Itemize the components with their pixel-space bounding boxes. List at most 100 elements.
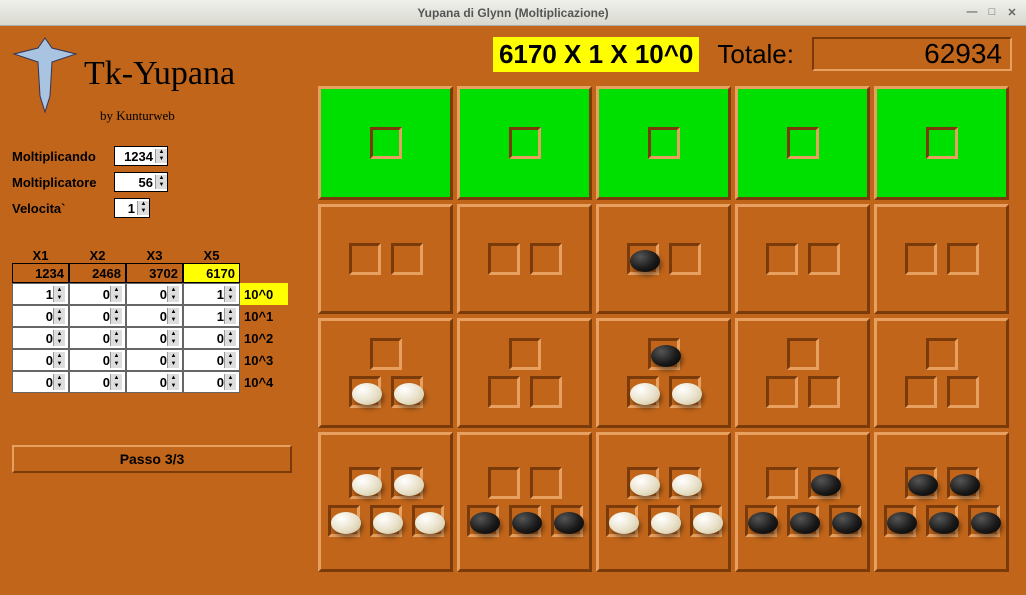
matrix-spin-input[interactable] [127, 375, 167, 390]
close-button[interactable]: ✕ [1004, 4, 1020, 20]
matrix-spin-cell[interactable]: ▲▼ [183, 349, 240, 371]
matrix-spin-cell[interactable]: ▲▼ [69, 327, 126, 349]
yupana-hole[interactable] [648, 127, 680, 159]
yupana-hole[interactable] [787, 338, 819, 370]
yupana-hole[interactable] [370, 338, 402, 370]
matrix-spin-cell[interactable]: ▲▼ [12, 283, 69, 305]
yupana-hole[interactable] [509, 127, 541, 159]
down-arrow-icon[interactable]: ▼ [167, 382, 179, 390]
yupana-hole[interactable] [467, 505, 499, 537]
yupana-hole[interactable] [947, 376, 979, 408]
yupana-hole[interactable] [905, 243, 937, 275]
yupana-hole[interactable] [766, 467, 798, 499]
matrix-spin-cell[interactable]: ▲▼ [183, 327, 240, 349]
down-arrow-icon[interactable]: ▼ [155, 182, 167, 189]
matrix-spin-input[interactable] [70, 309, 110, 324]
up-arrow-icon[interactable]: ▲ [155, 149, 167, 156]
yupana-hole[interactable] [829, 505, 861, 537]
up-arrow-icon[interactable]: ▲ [167, 352, 179, 360]
yupana-hole[interactable] [926, 505, 958, 537]
yupana-hole[interactable] [787, 505, 819, 537]
up-arrow-icon[interactable]: ▲ [53, 374, 65, 382]
down-arrow-icon[interactable]: ▼ [53, 294, 65, 302]
matrix-spin-cell[interactable]: ▲▼ [12, 349, 69, 371]
up-arrow-icon[interactable]: ▲ [224, 352, 236, 360]
yupana-hole[interactable] [412, 505, 444, 537]
yupana-hole[interactable] [349, 467, 381, 499]
up-arrow-icon[interactable]: ▲ [53, 330, 65, 338]
yupana-hole[interactable] [606, 505, 638, 537]
yupana-hole[interactable] [530, 243, 562, 275]
matrix-spin-input[interactable] [13, 331, 53, 346]
up-arrow-icon[interactable]: ▲ [53, 286, 65, 294]
yupana-hole[interactable] [349, 243, 381, 275]
yupana-hole[interactable] [905, 467, 937, 499]
yupana-hole[interactable] [391, 376, 423, 408]
up-arrow-icon[interactable]: ▲ [155, 175, 167, 182]
matrix-spin-cell[interactable]: ▲▼ [12, 305, 69, 327]
yupana-hole[interactable] [370, 127, 402, 159]
yupana-hole[interactable] [808, 376, 840, 408]
up-arrow-icon[interactable]: ▲ [167, 286, 179, 294]
matrix-spin-input[interactable] [70, 353, 110, 368]
down-arrow-icon[interactable]: ▼ [167, 294, 179, 302]
yupana-hole[interactable] [391, 243, 423, 275]
up-arrow-icon[interactable]: ▲ [53, 352, 65, 360]
down-arrow-icon[interactable]: ▼ [224, 316, 236, 324]
up-arrow-icon[interactable]: ▲ [224, 308, 236, 316]
matrix-spin-input[interactable] [184, 375, 224, 390]
down-arrow-icon[interactable]: ▼ [155, 156, 167, 163]
up-arrow-icon[interactable]: ▲ [224, 286, 236, 294]
yupana-hole[interactable] [884, 505, 916, 537]
matrix-spin-cell[interactable]: ▲▼ [12, 371, 69, 393]
yupana-hole[interactable] [627, 376, 659, 408]
yupana-hole[interactable] [766, 243, 798, 275]
yupana-hole[interactable] [905, 376, 937, 408]
matrix-spin-cell[interactable]: ▲▼ [126, 371, 183, 393]
yupana-hole[interactable] [328, 505, 360, 537]
yupana-hole[interactable] [530, 467, 562, 499]
down-arrow-icon[interactable]: ▼ [224, 338, 236, 346]
matrix-spin-input[interactable] [127, 309, 167, 324]
yupana-hole[interactable] [551, 505, 583, 537]
matrix-spin-input[interactable] [13, 287, 53, 302]
velocita-input[interactable] [115, 201, 137, 216]
down-arrow-icon[interactable]: ▼ [53, 338, 65, 346]
yupana-hole[interactable] [669, 243, 701, 275]
yupana-hole[interactable] [509, 505, 541, 537]
down-arrow-icon[interactable]: ▼ [110, 360, 122, 368]
matrix-spin-cell[interactable]: ▲▼ [12, 327, 69, 349]
down-arrow-icon[interactable]: ▼ [110, 382, 122, 390]
down-arrow-icon[interactable]: ▼ [167, 316, 179, 324]
up-arrow-icon[interactable]: ▲ [110, 286, 122, 294]
matrix-spin-cell[interactable]: ▲▼ [126, 305, 183, 327]
down-arrow-icon[interactable]: ▼ [110, 316, 122, 324]
matrix-spin-cell[interactable]: ▲▼ [69, 305, 126, 327]
matrix-spin-cell[interactable]: ▲▼ [69, 349, 126, 371]
matrix-spin-input[interactable] [13, 375, 53, 390]
maximize-button[interactable]: □ [984, 4, 1000, 20]
yupana-hole[interactable] [627, 467, 659, 499]
matrix-spin-input[interactable] [13, 309, 53, 324]
yupana-hole[interactable] [370, 505, 402, 537]
up-arrow-icon[interactable]: ▲ [224, 330, 236, 338]
matrix-spin-input[interactable] [184, 353, 224, 368]
down-arrow-icon[interactable]: ▼ [53, 360, 65, 368]
yupana-hole[interactable] [669, 376, 701, 408]
up-arrow-icon[interactable]: ▲ [110, 330, 122, 338]
yupana-hole[interactable] [648, 338, 680, 370]
moltiplicando-input[interactable] [115, 149, 155, 164]
moltiplicando-spinner[interactable]: ▲▼ [114, 146, 168, 166]
yupana-hole[interactable] [627, 243, 659, 275]
yupana-hole[interactable] [787, 127, 819, 159]
matrix-spin-cell[interactable]: ▲▼ [183, 283, 240, 305]
yupana-hole[interactable] [509, 338, 541, 370]
yupana-hole[interactable] [488, 376, 520, 408]
matrix-spin-cell[interactable]: ▲▼ [183, 305, 240, 327]
matrix-spin-cell[interactable]: ▲▼ [126, 327, 183, 349]
yupana-hole[interactable] [488, 467, 520, 499]
matrix-spin-input[interactable] [70, 287, 110, 302]
yupana-hole[interactable] [947, 467, 979, 499]
yupana-hole[interactable] [488, 243, 520, 275]
matrix-spin-input[interactable] [184, 309, 224, 324]
